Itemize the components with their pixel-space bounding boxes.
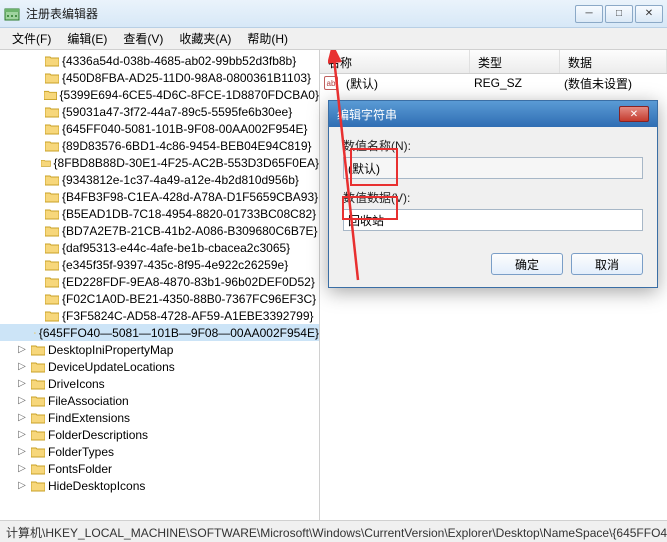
tree-node-label: {BD7A2E7B-21CB-41b2-A086-B309680C6B7E}	[62, 224, 318, 238]
tree-node[interactable]: ▷ HideDesktopIcons	[0, 477, 319, 494]
tree-node[interactable]: {B5EAD1DB-7C18-4954-8820-01733BC08C82}	[0, 205, 319, 222]
tree-node-label: FolderTypes	[48, 445, 114, 459]
cell-name: (默认)	[342, 75, 470, 92]
dialog-title-text: 编辑字符串	[337, 106, 619, 123]
tree-node[interactable]: ▷ FolderDescriptions	[0, 426, 319, 443]
tree-node-label: {59031a47-3f72-44a7-89c5-5595fe6b30ee}	[62, 105, 292, 119]
tree-node[interactable]: {BD7A2E7B-21CB-41b2-A086-B309680C6B7E}	[0, 222, 319, 239]
tree-node[interactable]: {4336a54d-038b-4685-ab02-99bb52d3fb8b}	[0, 52, 319, 69]
tree-node-label: {8FBD8B88D-30E1-4F25-AC2B-553D3D65F0EA}	[54, 156, 319, 170]
minimize-button[interactable]: ─	[575, 5, 603, 23]
tree-node[interactable]: ▷ FontsFolder	[0, 460, 319, 477]
tree-node[interactable]: {59031a47-3f72-44a7-89c5-5595fe6b30ee}	[0, 103, 319, 120]
tree-node[interactable]: {5399E694-6CE5-4D6C-8FCE-1D8870FDCBA0}	[0, 86, 319, 103]
tree-expander-icon[interactable]: ▷	[16, 480, 28, 491]
menu-edit[interactable]: 编辑(E)	[59, 28, 115, 49]
tree-node-label: {F3F5824C-AD58-4728-AF59-A1EBE3392799}	[62, 309, 314, 323]
tree-node-label: {4336a54d-038b-4685-ab02-99bb52d3fb8b}	[62, 54, 296, 68]
tree-node[interactable]: {F02C1A0D-BE21-4350-88B0-7367FC96EF3C}	[0, 290, 319, 307]
tree-expander-icon[interactable]: ▷	[16, 429, 28, 440]
col-type[interactable]: 类型	[470, 50, 560, 73]
string-value-icon: ab	[324, 76, 338, 90]
tree-node-label: FileAssociation	[48, 394, 129, 408]
value-data-label: 数值数据(V):	[343, 189, 643, 206]
menu-file[interactable]: 文件(F)	[4, 28, 59, 49]
tree-node[interactable]: ▷ FindExtensions	[0, 409, 319, 426]
window-title: 注册表编辑器	[26, 5, 575, 22]
list-row[interactable]: ab (默认) REG_SZ (数值未设置)	[320, 74, 667, 92]
tree-node-label: FolderDescriptions	[48, 428, 148, 442]
tree-node-label: FindExtensions	[48, 411, 130, 425]
tree-node[interactable]: {B4FB3F98-C1EA-428d-A78A-D1F5659CBA93}	[0, 188, 319, 205]
tree-node-label: {450D8FBA-AD25-11D0-98A8-0800361B1103}	[62, 71, 311, 85]
tree-node-label: {89D83576-6BD1-4c86-9454-BEB04E94C819}	[62, 139, 312, 153]
value-name-label: 数值名称(N):	[343, 137, 643, 154]
tree-node[interactable]: {ED228FDF-9EA8-4870-83b1-96b02DEF0D52}	[0, 273, 319, 290]
menu-favorites[interactable]: 收藏夹(A)	[171, 28, 239, 49]
tree-node[interactable]: {8FBD8B88D-30E1-4F25-AC2B-553D3D65F0EA}	[0, 154, 319, 171]
list-header: 名称 类型 数据	[320, 50, 667, 74]
col-name[interactable]: 名称	[320, 50, 470, 73]
tree-node-label: {B4FB3F98-C1EA-428d-A78A-D1F5659CBA93}	[62, 190, 318, 204]
regedit-icon	[4, 6, 20, 22]
tree-node-label: {F02C1A0D-BE21-4350-88B0-7367FC96EF3C}	[62, 292, 316, 306]
tree-expander-icon[interactable]: ▷	[16, 344, 28, 355]
tree-expander-icon[interactable]: ▷	[16, 395, 28, 406]
tree-expander-icon[interactable]: ▷	[16, 412, 28, 423]
menu-help[interactable]: 帮助(H)	[239, 28, 296, 49]
tree-node[interactable]: {daf95313-e44c-4afe-be1b-cbacea2c3065}	[0, 239, 319, 256]
tree-node[interactable]: ▷ DeviceUpdateLocations	[0, 358, 319, 375]
tree-node-label: {B5EAD1DB-7C18-4954-8820-01733BC08C82}	[62, 207, 316, 221]
ok-button[interactable]: 确定	[491, 253, 563, 275]
col-data[interactable]: 数据	[560, 50, 667, 73]
maximize-button[interactable]: □	[605, 5, 633, 23]
tree-node[interactable]: {450D8FBA-AD25-11D0-98A8-0800361B1103}	[0, 69, 319, 86]
menu-view[interactable]: 查看(V)	[115, 28, 171, 49]
tree-node[interactable]: ▷ DesktopIniPropertyMap	[0, 341, 319, 358]
tree-node[interactable]: {645FF040-5081-101B-9F08-00AA002F954E}	[0, 120, 319, 137]
tree-node[interactable]: ▷ DriveIcons	[0, 375, 319, 392]
tree-node-label: HideDesktopIcons	[48, 479, 145, 493]
tree-node[interactable]: {89D83576-6BD1-4c86-9454-BEB04E94C819}	[0, 137, 319, 154]
tree-node-label: {9343812e-1c37-4a49-a12e-4b2d810d956b}	[62, 173, 299, 187]
tree-node-label: {645FFO40—5081—101B—9F08—00AA002F954E}	[39, 326, 319, 340]
tree-expander-icon[interactable]: ▷	[16, 378, 28, 389]
tree-node[interactable]: ▷ FolderTypes	[0, 443, 319, 460]
tree-node-label: FontsFolder	[48, 462, 112, 476]
tree-node[interactable]: {645FFO40—5081—101B—9F08—00AA002F954E}	[0, 324, 319, 341]
tree-node-label: DesktopIniPropertyMap	[48, 343, 173, 357]
value-name-input[interactable]	[343, 157, 643, 179]
tree-node[interactable]: ▷ FileAssociation	[0, 392, 319, 409]
statusbar: 计算机\HKEY_LOCAL_MACHINE\SOFTWARE\Microsof…	[0, 520, 667, 542]
cell-type: REG_SZ	[470, 76, 560, 90]
tree-pane[interactable]: {4336a54d-038b-4685-ab02-99bb52d3fb8b} {4…	[0, 50, 320, 520]
tree-expander-icon[interactable]: ▷	[16, 446, 28, 457]
tree-node[interactable]: {9343812e-1c37-4a49-a12e-4b2d810d956b}	[0, 171, 319, 188]
menubar: 文件(F) 编辑(E) 查看(V) 收藏夹(A) 帮助(H)	[0, 28, 667, 50]
dialog-titlebar[interactable]: 编辑字符串 ✕	[329, 101, 657, 127]
tree-node-label: {645FF040-5081-101B-9F08-00AA002F954E}	[62, 122, 308, 136]
titlebar: 注册表编辑器 ─ □ ✕	[0, 0, 667, 28]
tree-node-label: {ED228FDF-9EA8-4870-83b1-96b02DEF0D52}	[62, 275, 315, 289]
tree-node-label: {daf95313-e44c-4afe-be1b-cbacea2c3065}	[62, 241, 290, 255]
cancel-button[interactable]: 取消	[571, 253, 643, 275]
tree-expander-icon[interactable]: ▷	[16, 361, 28, 372]
dialog-close-button[interactable]: ✕	[619, 106, 649, 122]
tree-node-label: DeviceUpdateLocations	[48, 360, 175, 374]
tree-node-label: {5399E694-6CE5-4D6C-8FCE-1D8870FDCBA0}	[60, 88, 319, 102]
tree-expander-icon[interactable]: ▷	[16, 463, 28, 474]
tree-node-label: {e345f35f-9397-435c-8f95-4e922c26259e}	[62, 258, 288, 272]
cell-data: (数值未设置)	[560, 75, 636, 92]
tree-node-label: DriveIcons	[48, 377, 105, 391]
close-button[interactable]: ✕	[635, 5, 663, 23]
edit-string-dialog: 编辑字符串 ✕ 数值名称(N): 数值数据(V): 确定 取消	[328, 100, 658, 288]
value-data-input[interactable]	[343, 209, 643, 231]
tree-node[interactable]: {e345f35f-9397-435c-8f95-4e922c26259e}	[0, 256, 319, 273]
tree-node[interactable]: {F3F5824C-AD58-4728-AF59-A1EBE3392799}	[0, 307, 319, 324]
